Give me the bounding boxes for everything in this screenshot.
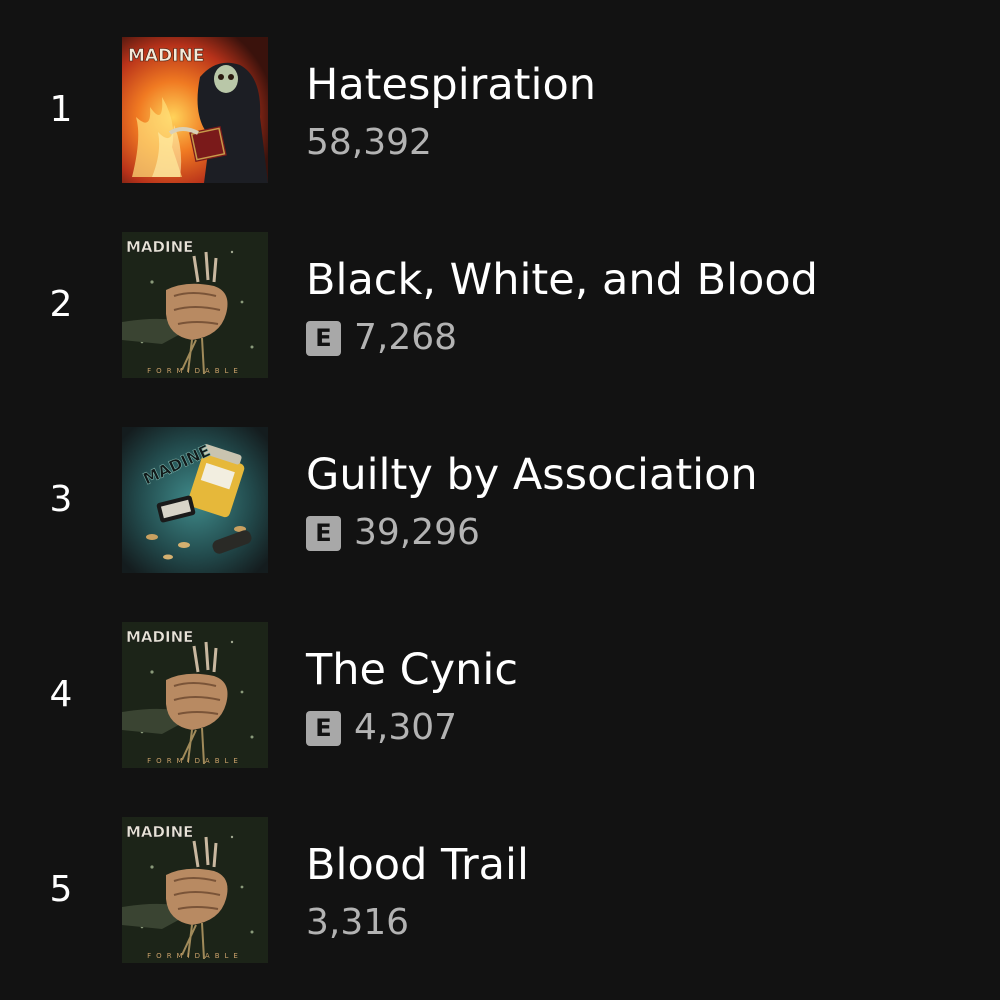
track-meta: 58,392	[306, 123, 432, 163]
cover-logo: MADINE	[126, 823, 193, 841]
track-meta: E 39,296	[306, 513, 480, 553]
track-row-4[interactable]: 4 MADINE FORMIDABLE The Cynic E 4,307	[0, 622, 1000, 768]
track-row-3[interactable]: 3 MADINE Guilty by Association E 39,296	[0, 427, 1000, 573]
cover-logo: MADINE	[128, 46, 204, 66]
track-title: The Cynic	[306, 645, 518, 695]
track-title: Black, White, and Blood	[306, 255, 818, 305]
album-cover: MADINE FORMIDABLE	[122, 817, 268, 963]
cover-caption: FORMIDABLE	[147, 952, 243, 960]
track-rank: 1	[49, 89, 73, 130]
track-rank: 5	[49, 869, 73, 910]
track-meta: E 7,268	[306, 318, 457, 358]
album-cover: MADINE	[122, 427, 268, 573]
track-title: Blood Trail	[306, 840, 529, 890]
cover-caption: FORMIDABLE	[147, 757, 243, 765]
play-count: 58,392	[306, 122, 432, 163]
album-cover: MADINE	[122, 37, 268, 183]
explicit-badge: E	[306, 515, 341, 551]
track-meta: E 4,307	[306, 708, 457, 748]
track-title: Guilty by Association	[306, 450, 758, 500]
track-rank: 2	[49, 284, 73, 325]
cover-logo: MADINE	[126, 628, 193, 646]
play-count: 7,268	[354, 317, 458, 358]
play-count: 39,296	[354, 512, 480, 553]
cover-caption: FORMIDABLE	[147, 367, 243, 375]
top-tracks-list: 1 MADINE Hatespiration 58,392 2 MADINE F…	[0, 0, 1000, 1000]
album-cover: MADINE FORMIDABLE	[122, 622, 268, 768]
track-meta: 3,316	[306, 903, 409, 943]
play-count: 4,307	[354, 707, 458, 748]
cover-logo: MADINE	[126, 238, 193, 256]
track-rank: 4	[49, 674, 73, 715]
explicit-badge: E	[306, 710, 341, 746]
track-title: Hatespiration	[306, 60, 597, 110]
track-row-5[interactable]: 5 MADINE FORMIDABLE Blood Trail 3,316	[0, 817, 1000, 963]
track-row-1[interactable]: 1 MADINE Hatespiration 58,392	[0, 37, 1000, 183]
explicit-badge: E	[306, 320, 341, 356]
track-rank: 3	[49, 479, 73, 520]
track-row-2[interactable]: 2 MADINE FORMIDABLE Black, White, and Bl…	[0, 232, 1000, 378]
album-cover: MADINE FORMIDABLE	[122, 232, 268, 378]
play-count: 3,316	[306, 902, 410, 943]
